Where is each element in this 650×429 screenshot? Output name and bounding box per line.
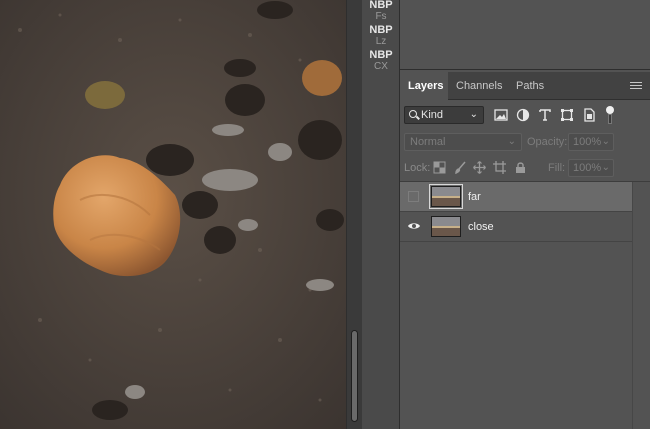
layer-row-close[interactable]: close bbox=[400, 212, 632, 242]
plugin-sublabel: Lz bbox=[375, 36, 387, 47]
lock-row: Lock: Fill: 100% ⌄ bbox=[400, 158, 650, 178]
opacity-value: 100% bbox=[573, 136, 602, 148]
plugin-label: NBP bbox=[369, 49, 393, 61]
lock-position-icon[interactable] bbox=[473, 161, 486, 174]
blend-row: Normal ⌄ Opacity: 100% ⌄ bbox=[400, 132, 650, 152]
layers-list-scrollbar[interactable] bbox=[632, 182, 650, 429]
plugin-sublabel: Fs bbox=[375, 11, 387, 22]
filter-kind-select[interactable]: Kind ⌄ bbox=[404, 106, 484, 124]
blend-mode-value: Normal bbox=[410, 136, 446, 148]
layers-panel: Layers Channels Paths Kind ⌄ Normal ⌄ Op… bbox=[400, 70, 650, 429]
upper-panel bbox=[400, 0, 650, 70]
layer-name[interactable]: far bbox=[468, 191, 481, 203]
scrollbar-thumb[interactable] bbox=[351, 330, 358, 422]
fill-label: Fill: bbox=[548, 162, 566, 174]
visibility-toggle-off[interactable] bbox=[408, 191, 419, 202]
nbp-lz-button[interactable]: NBP Lz bbox=[366, 24, 396, 48]
opacity-field[interactable]: 100% ⌄ bbox=[568, 133, 614, 151]
toggle-knob bbox=[606, 106, 614, 114]
lock-label: Lock: bbox=[404, 162, 431, 174]
layer-name[interactable]: close bbox=[468, 221, 494, 233]
tab-layers[interactable]: Layers bbox=[400, 72, 448, 101]
nbp-fs-button[interactable]: NBP Fs bbox=[366, 0, 396, 22]
smart-object-filter-icon[interactable] bbox=[582, 108, 596, 122]
lock-artboard-icon[interactable] bbox=[493, 161, 506, 174]
lock-transparent-pixels-icon[interactable] bbox=[433, 161, 446, 174]
lock-all-icon[interactable] bbox=[514, 161, 527, 174]
eye-icon[interactable] bbox=[407, 221, 421, 231]
tab-channels[interactable]: Channels bbox=[448, 72, 508, 100]
nbp-cx-button[interactable]: NBP CX bbox=[366, 49, 396, 73]
type-filter-icon[interactable] bbox=[538, 108, 552, 122]
filter-toggle[interactable] bbox=[606, 106, 614, 124]
chevron-down-icon: ⌄ bbox=[601, 162, 610, 173]
layer-row-far[interactable]: far bbox=[400, 182, 632, 212]
opacity-label: Opacity: bbox=[527, 136, 568, 148]
chevron-down-icon: ⌄ bbox=[601, 136, 610, 147]
plugin-label: NBP bbox=[369, 0, 393, 11]
pixel-filter-icon[interactable] bbox=[494, 108, 508, 122]
plugin-strip: NBP Fs NBP Lz NBP CX bbox=[362, 0, 400, 429]
toggle-track bbox=[608, 114, 612, 124]
panel-tab-bar: Layers Channels Paths bbox=[400, 72, 650, 101]
shape-filter-icon[interactable] bbox=[560, 108, 574, 122]
fill-field[interactable]: 100% ⌄ bbox=[568, 159, 614, 177]
blend-mode-select[interactable]: Normal ⌄ bbox=[404, 133, 522, 151]
canvas-vertical-scrollbar[interactable] bbox=[346, 0, 362, 429]
tab-paths[interactable]: Paths bbox=[508, 72, 552, 100]
filter-kind-label: Kind bbox=[421, 109, 444, 121]
layer-thumbnail-far[interactable] bbox=[429, 184, 463, 209]
chevron-down-icon: ⌄ bbox=[469, 109, 478, 120]
chevron-down-icon: ⌄ bbox=[507, 136, 516, 147]
search-icon bbox=[409, 110, 417, 118]
plugin-label: NBP bbox=[369, 24, 393, 36]
beach-pebbles-photo bbox=[0, 0, 346, 429]
layer-thumbnail-close[interactable] bbox=[431, 216, 461, 237]
document-canvas[interactable] bbox=[0, 0, 346, 429]
fill-value: 100% bbox=[573, 162, 602, 174]
adjustment-filter-icon[interactable] bbox=[516, 108, 530, 122]
plugin-sublabel: CX bbox=[374, 61, 388, 72]
panel-menu-icon[interactable] bbox=[630, 82, 642, 91]
layer-filter-row: Kind ⌄ bbox=[400, 104, 650, 126]
lock-image-pixels-icon[interactable] bbox=[454, 161, 467, 174]
